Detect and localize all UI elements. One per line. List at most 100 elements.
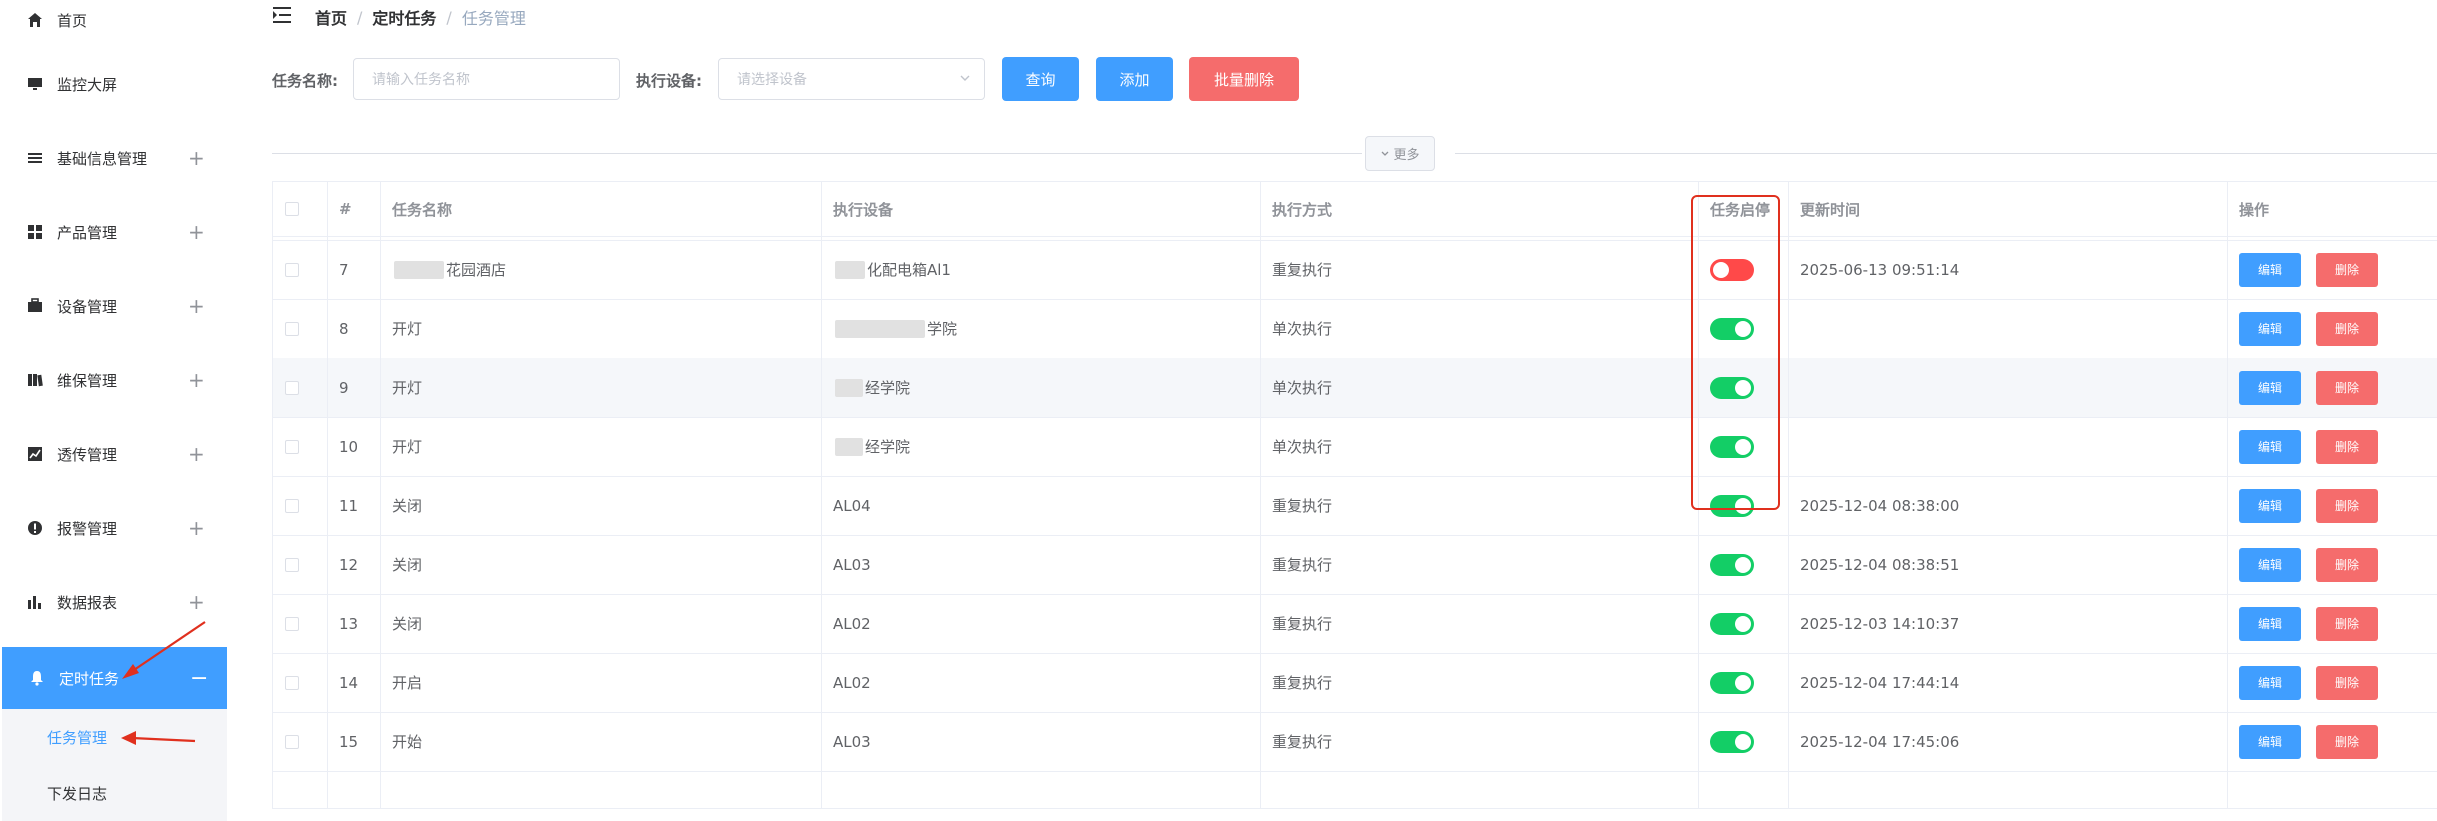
row-device: 经学院 [833, 358, 910, 417]
sidebar-item-monitor[interactable]: 监控大屏 [0, 56, 227, 112]
row-select[interactable] [285, 535, 299, 594]
delete-button[interactable]: 删除 [2316, 252, 2378, 287]
enable-toggle[interactable] [1710, 730, 1754, 753]
menu-icon [26, 149, 44, 167]
enable-toggle[interactable] [1710, 553, 1754, 576]
row-index: 10 [339, 437, 359, 456]
sidebar-item-product[interactable]: 产品管理 + [0, 204, 227, 260]
enable-toggle[interactable] [1710, 671, 1754, 694]
collapse-icon[interactable]: − [190, 666, 208, 691]
expand-icon[interactable]: + [188, 516, 205, 540]
row-device: AL03 [833, 732, 871, 751]
device-label: 执行设备: [636, 72, 702, 90]
sidebar-item-alarm[interactable]: 报警管理 + [0, 500, 227, 556]
table-row[interactable]: 10 开灯 经学院 单次执行 编辑 删除 [273, 417, 2437, 477]
expand-icon[interactable]: + [188, 442, 205, 466]
breadcrumb-parent[interactable]: 定时任务 [372, 5, 436, 29]
device-select[interactable]: 请选择设备 [718, 58, 985, 100]
sidebar-item-basic-info[interactable]: 基础信息管理 + [0, 130, 227, 186]
delete-button[interactable]: 删除 [2316, 429, 2378, 464]
query-button[interactable]: 查询 [1002, 57, 1079, 101]
row-index: 8 [339, 319, 349, 338]
add-button[interactable]: 添加 [1096, 57, 1173, 101]
sidebar-subitem-dispatch-log[interactable]: 下发日志 [2, 765, 227, 821]
edit-button[interactable]: 编辑 [2239, 370, 2301, 405]
edit-button[interactable]: 编辑 [2239, 429, 2301, 464]
row-checkbox[interactable] [285, 321, 299, 336]
row-select[interactable] [285, 712, 299, 771]
edit-button[interactable]: 编辑 [2239, 665, 2301, 700]
delete-button[interactable]: 删除 [2316, 665, 2378, 700]
row-update-time: 2025-12-04 08:38:51 [1800, 555, 1960, 574]
row-select[interactable] [285, 476, 299, 535]
device-placeholder: 请选择设备 [737, 72, 807, 88]
select-all-checkbox[interactable] [285, 202, 299, 216]
table-row[interactable]: 12 关闭 AL03 重复执行 2025-12-04 08:38:51 编辑 删除 [273, 535, 2437, 595]
expand-icon[interactable]: + [188, 220, 205, 244]
delete-button[interactable]: 删除 [2316, 311, 2378, 346]
row-checkbox[interactable] [285, 262, 299, 277]
table-row[interactable]: 14 开启 AL02 重复执行 2025-12-04 17:44:14 编辑 删除 [273, 653, 2437, 713]
table-row[interactable]: 15 开始 AL03 重复执行 2025-12-04 17:45:06 编辑 删除 [273, 712, 2437, 772]
row-select[interactable] [285, 594, 299, 653]
table-row[interactable]: 8 开灯 学院 单次执行 编辑 删除 [273, 299, 2437, 359]
enable-toggle[interactable] [1710, 612, 1754, 635]
row-mode: 单次执行 [1272, 379, 1333, 397]
delete-button[interactable]: 删除 [2316, 547, 2378, 582]
row-select[interactable] [285, 653, 299, 712]
row-checkbox[interactable] [285, 439, 299, 454]
row-task-name: 关闭 [392, 615, 423, 633]
col-task-name: 任务名称 [392, 200, 453, 219]
edit-button[interactable]: 编辑 [2239, 547, 2301, 582]
delete-button[interactable]: 删除 [2316, 724, 2378, 759]
header-select-all[interactable] [285, 182, 299, 236]
batch-delete-button[interactable]: 批量删除 [1189, 57, 1299, 101]
monitor-icon [26, 75, 44, 93]
sidebar-item-home[interactable]: 首页 [0, 0, 227, 48]
edit-button[interactable]: 编辑 [2239, 252, 2301, 287]
expand-icon[interactable]: + [188, 294, 205, 318]
row-select[interactable] [285, 299, 299, 358]
table-row[interactable]: 13 关闭 AL02 重复执行 2025-12-03 14:10:37 编辑 删除 [273, 594, 2437, 654]
redacted-block [835, 378, 863, 397]
row-checkbox[interactable] [285, 734, 299, 749]
expand-icon[interactable]: + [188, 590, 205, 614]
row-checkbox[interactable] [285, 616, 299, 631]
sidebar-item-device[interactable]: 设备管理 + [0, 278, 227, 334]
bar-chart-icon [26, 593, 44, 611]
delete-button[interactable]: 删除 [2316, 606, 2378, 641]
breadcrumb-home[interactable]: 首页 [315, 5, 347, 29]
row-select[interactable] [285, 417, 299, 476]
table-row[interactable]: 11 关闭 AL04 重复执行 2025-12-04 08:38:00 编辑 删除 [273, 476, 2437, 536]
more-button[interactable]: 更多 [1365, 136, 1435, 171]
sidebar-item-maintenance[interactable]: 维保管理 + [0, 352, 227, 408]
sidebar-item-passthrough[interactable]: 透传管理 + [0, 426, 227, 482]
sidebar-item-scheduled-task[interactable]: 定时任务 − [2, 647, 227, 709]
edit-button[interactable]: 编辑 [2239, 311, 2301, 346]
delete-button[interactable]: 删除 [2316, 370, 2378, 405]
edit-button[interactable]: 编辑 [2239, 488, 2301, 523]
table-row[interactable]: 7 花园酒店 化配电箱Al1 重复执行 2025-06-13 09:51:14 编辑 删除 [273, 240, 2437, 300]
delete-button[interactable]: 删除 [2316, 488, 2378, 523]
row-update-time: 2025-12-03 14:10:37 [1800, 614, 1960, 633]
row-checkbox[interactable] [285, 498, 299, 513]
expand-icon[interactable]: + [188, 146, 205, 170]
edit-button[interactable]: 编辑 [2239, 606, 2301, 641]
expand-icon[interactable]: + [188, 368, 205, 392]
row-checkbox[interactable] [285, 675, 299, 690]
table-row[interactable]: 9 开灯 经学院 单次执行 编辑 删除 [273, 358, 2437, 418]
sidebar-subitem-task-management[interactable]: 任务管理 [2, 709, 227, 765]
row-task-name: 关闭 [392, 497, 423, 515]
sidebar-item-report[interactable]: 数据报表 + [0, 574, 227, 630]
row-checkbox[interactable] [285, 380, 299, 395]
row-checkbox[interactable] [285, 557, 299, 572]
row-index: 14 [339, 673, 359, 692]
fold-menu-icon[interactable] [273, 6, 293, 24]
table-header: # 任务名称 执行设备 执行方式 任务启停 更新时间 操作 [273, 182, 2437, 237]
task-name-input[interactable]: 请输入任务名称 [353, 58, 620, 100]
row-actions: 编辑删除 [2239, 299, 2378, 358]
row-select[interactable] [285, 358, 299, 417]
sidebar-item-label: 基础信息管理 [57, 149, 148, 168]
edit-button[interactable]: 编辑 [2239, 724, 2301, 759]
row-select[interactable] [285, 240, 299, 299]
